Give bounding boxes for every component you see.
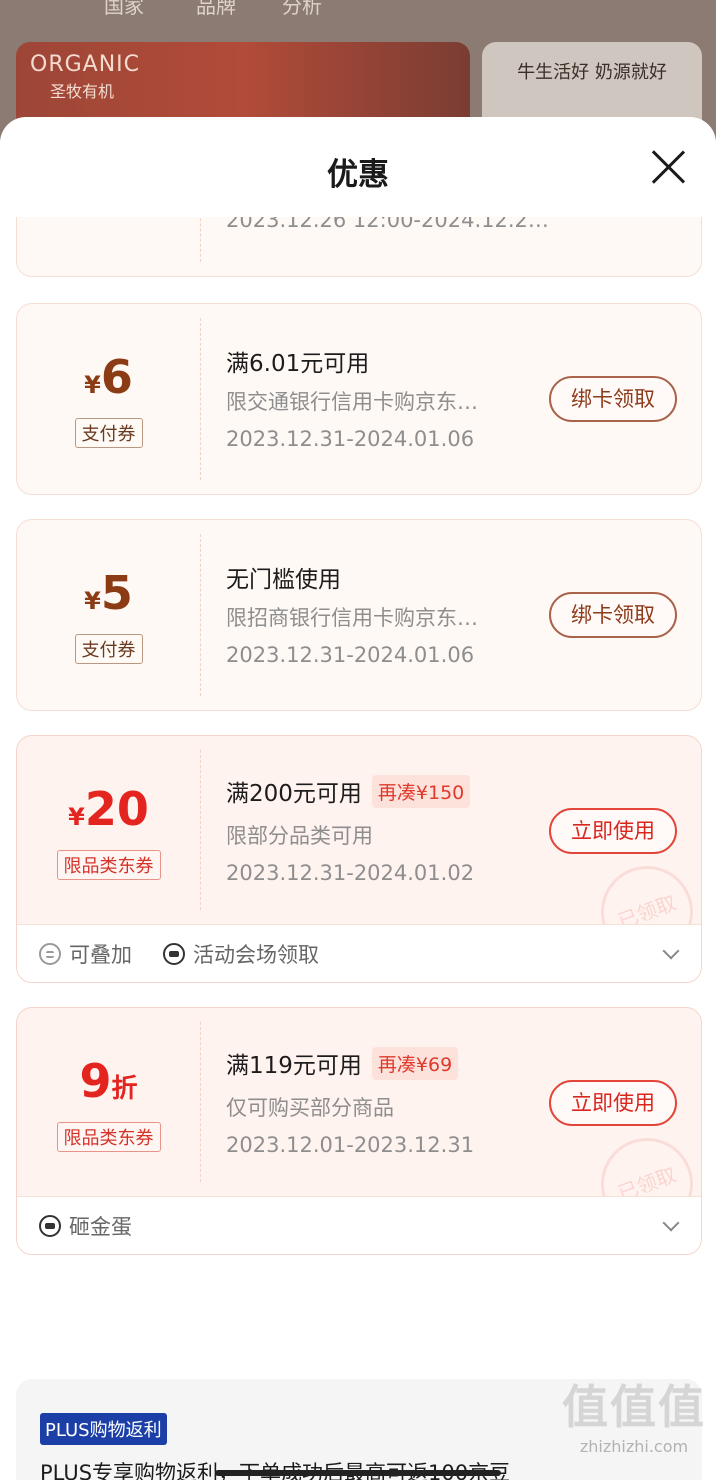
coupon-amount: ¥6 [17, 350, 200, 404]
coupon-date: 2023.12.31-2024.01.06 [226, 427, 475, 451]
coupon-amount: ¥20 [17, 782, 200, 836]
coupon-type-label: 支付券 [74, 634, 143, 664]
coupon-type-tag: 限品类东券 [17, 1122, 200, 1152]
coupon-value: 6 [100, 350, 133, 404]
source-text: 活动会场领取 [193, 943, 319, 967]
coupon-condition: 无门槛使用 [226, 567, 341, 593]
bind-card-claim-button[interactable]: 绑卡领取 [549, 376, 677, 422]
coupon-card: ¥20 限品类东券 满200元可用 再凑¥150 限部分品类可用 2023.12.… [16, 735, 702, 983]
currency-symbol: ¥ [68, 803, 85, 831]
source-label: 砸金蛋 [39, 1211, 132, 1241]
background-nav: 国家 品牌 分析 [0, 0, 716, 18]
use-now-button[interactable]: 立即使用 [549, 1080, 677, 1126]
coupon-card: ¥6 支付券 满6.01元可用 限交通银行信用卡购京东… 2023.12.31-… [16, 303, 702, 495]
coupon-type-label: 限品类东券 [56, 1122, 161, 1152]
banner-slogan: 牛生活好 奶源就好 [517, 62, 667, 83]
coupon-condition: 满119元可用 再凑¥69 [226, 1046, 459, 1080]
coupon-card: ¥5 支付券 无门槛使用 限招商银行信用卡购京东… 2023.12.31-202… [16, 519, 702, 711]
watermark-url: zhizhizhi.com [579, 1437, 689, 1456]
sheet-title: 优惠 [327, 157, 389, 193]
stackable-text: 可叠加 [69, 943, 132, 967]
add-more-badge: 再凑¥150 [371, 775, 471, 808]
coupon-date: 2023.12.31-2024.01.06 [226, 643, 475, 667]
coupon-type-label: 支付券 [74, 418, 143, 448]
organic-logo-en: ORGANIC [30, 52, 141, 77]
add-more-badge: 再凑¥69 [371, 1047, 459, 1080]
coupon-type-label: 限品类东券 [56, 850, 161, 880]
close-icon[interactable] [648, 147, 688, 187]
coupon-condition-text: 满200元可用 [226, 781, 362, 807]
coupon-type-tag: 支付券 [17, 418, 200, 448]
currency-symbol: ¥ [84, 587, 101, 615]
coupon-condition: 满6.01元可用 [226, 351, 370, 377]
coupon-footer[interactable]: 砸金蛋 [17, 1196, 701, 1254]
coupon-card: 9折 限品类东券 满119元可用 再凑¥69 仅可购买部分商品 2023.12.0… [16, 1007, 702, 1255]
coupon-card-partial: 2023.12.26 12:00-2024.12.2… [16, 217, 702, 277]
source-label: 活动会场领取 [163, 939, 319, 969]
home-indicator[interactable] [215, 1470, 501, 1476]
source-text: 砸金蛋 [69, 1215, 132, 1239]
coupon-desc: 限部分品类可用 [226, 824, 373, 848]
coupon-desc: 限交通银行信用卡购京东… [226, 390, 478, 414]
plus-rebate-text: PLUS专享购物返利，下单成功后最高可返100京豆 [40, 1457, 510, 1480]
coupon-value: 9 [79, 1054, 112, 1108]
coupon-value: 20 [84, 782, 149, 836]
coupon-condition-text: 满119元可用 [226, 1053, 362, 1079]
coupon-date: 2023.12.31-2024.01.02 [226, 861, 475, 885]
background-nav-item: 国家 [104, 0, 144, 18]
coupon-footer[interactable]: 可叠加 活动会场领取 [17, 924, 701, 982]
chevron-down-icon[interactable] [662, 942, 680, 960]
chevron-down-icon[interactable] [662, 1214, 680, 1232]
coupon-condition: 满200元可用 再凑¥150 [226, 774, 471, 808]
stack-icon [39, 943, 61, 965]
coupon-date: 2023.12.01-2023.12.31 [226, 1133, 475, 1157]
background-nav-item: 品牌 [196, 0, 236, 18]
organic-logo-cn: 圣牧有机 [50, 82, 115, 101]
coupon-value: 5 [100, 566, 133, 620]
watermark-logo: 值值值 [562, 1380, 706, 1434]
coupon-type-tag: 支付券 [17, 634, 200, 664]
coupon-amount: 9折 [17, 1054, 200, 1108]
discount-sheet: 优惠 2023.12.26 12:00-2024.12.2… ¥6 支付券 满6… [0, 117, 716, 1480]
ticket-icon [39, 1215, 61, 1237]
coupon-list[interactable]: 2023.12.26 12:00-2024.12.2… ¥6 支付券 满6.01… [0, 217, 716, 1480]
stackable-label: 可叠加 [39, 939, 132, 969]
discount-unit: 折 [111, 1074, 138, 1104]
ticket-icon [163, 943, 185, 965]
currency-symbol: ¥ [84, 371, 101, 399]
plus-badge: PLUS购物返利 [40, 1413, 167, 1445]
background-nav-item: 分析 [282, 0, 322, 18]
bind-card-claim-button[interactable]: 绑卡领取 [549, 592, 677, 638]
site-watermark: 值值值 zhizhizhi.com [562, 1371, 706, 1456]
coupon-date: 2023.12.26 12:00-2024.12.2… [226, 217, 549, 232]
coupon-type-tag: 限品类东券 [17, 850, 200, 880]
use-now-button[interactable]: 立即使用 [549, 808, 677, 854]
coupon-desc: 限招商银行信用卡购京东… [226, 606, 478, 630]
coupon-amount: ¥5 [17, 566, 200, 620]
coupon-desc: 仅可购买部分商品 [226, 1096, 394, 1120]
